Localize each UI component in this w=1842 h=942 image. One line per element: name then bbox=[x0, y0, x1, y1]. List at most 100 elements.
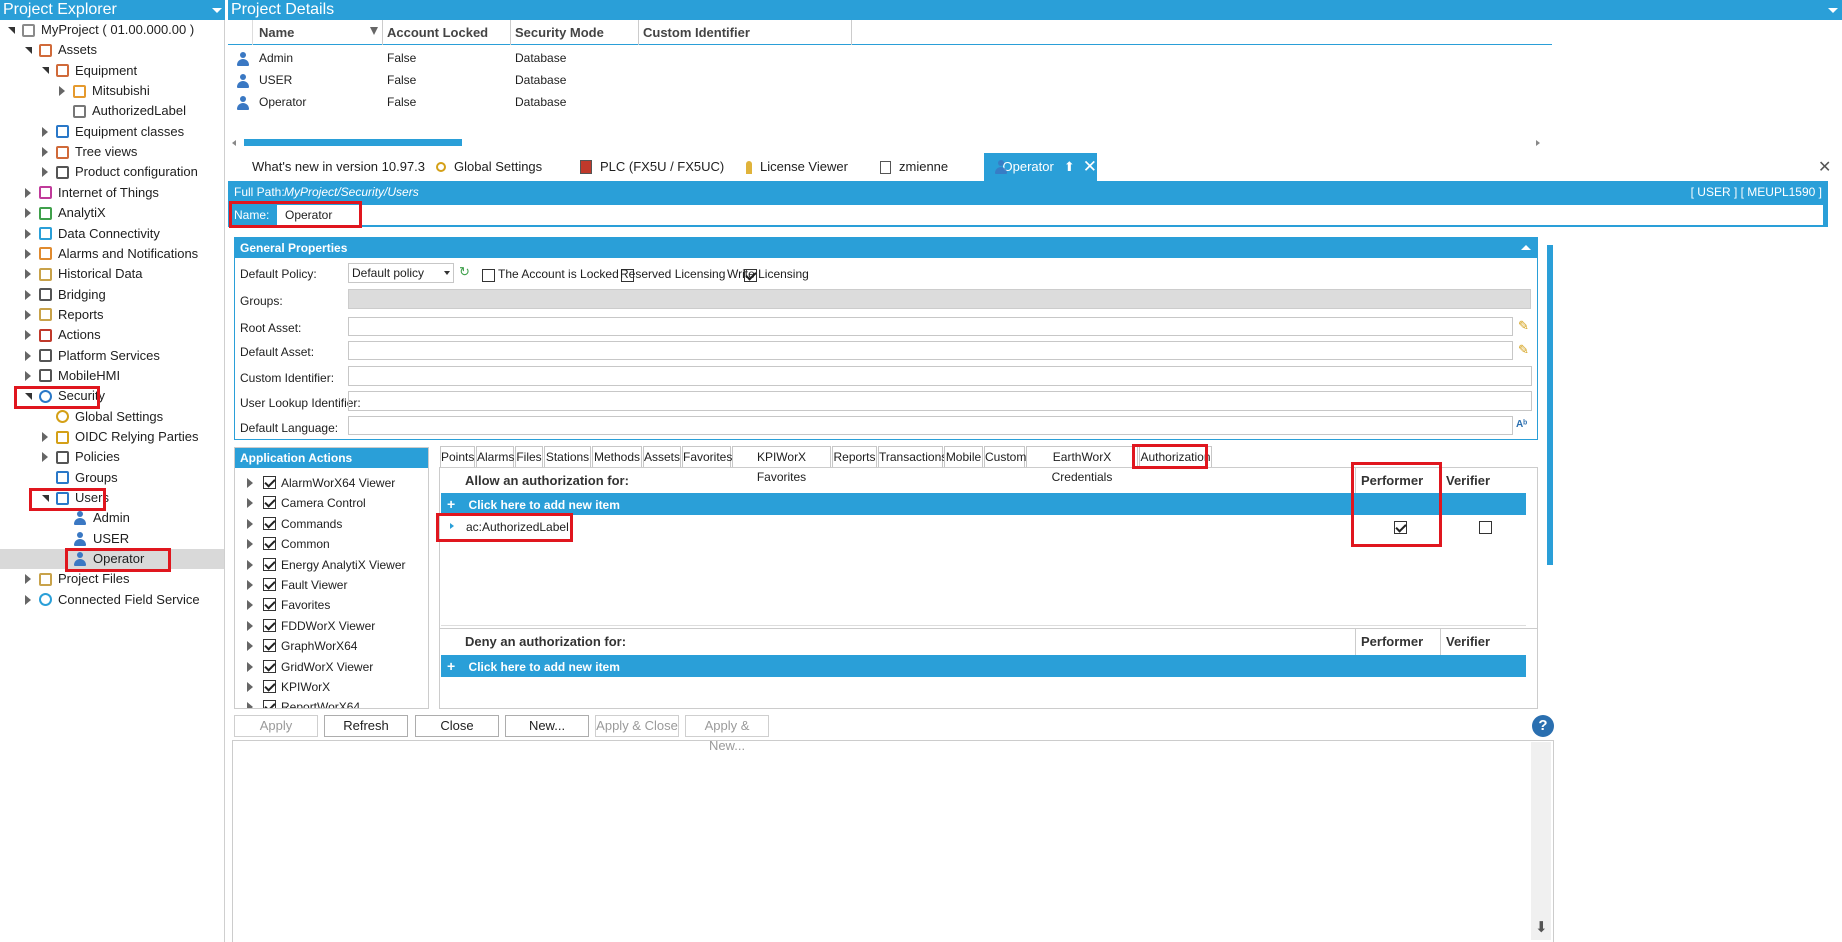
action-checkbox[interactable] bbox=[263, 700, 276, 708]
tab-license-viewer[interactable]: License Viewer bbox=[746, 153, 866, 181]
new-button[interactable]: New... bbox=[505, 715, 589, 737]
tree-item[interactable]: Alarms and Notifications bbox=[0, 244, 224, 264]
tree-item[interactable]: Assets bbox=[0, 40, 224, 60]
tab-favorites[interactable]: Favorites bbox=[682, 446, 732, 468]
expand-arrow-icon[interactable] bbox=[21, 289, 35, 300]
tree-item[interactable]: Historical Data bbox=[0, 264, 224, 284]
action-item[interactable]: GridWorX Viewer bbox=[235, 657, 428, 677]
tab-mobile[interactable]: Mobile bbox=[944, 446, 983, 468]
expand-arrow-icon[interactable] bbox=[247, 498, 253, 509]
tree-item[interactable]: Admin bbox=[0, 508, 224, 528]
table-row[interactable]: Admin False Database bbox=[228, 47, 1552, 69]
expand-arrow-icon[interactable] bbox=[247, 682, 253, 692]
expand-arrow-icon[interactable] bbox=[21, 248, 35, 259]
collapse-arrow-icon[interactable] bbox=[21, 46, 35, 54]
vertical-scrollbar[interactable] bbox=[1546, 237, 1554, 707]
expand-arrow-icon[interactable] bbox=[55, 86, 69, 97]
scroll-down-icon[interactable]: ⬇ bbox=[1535, 918, 1548, 936]
tab-kpiworx-favorites[interactable]: KPIWorX Favorites bbox=[732, 446, 831, 484]
user-lookup-field[interactable] bbox=[348, 391, 1532, 411]
column-header-account-locked[interactable]: Account Locked bbox=[383, 20, 511, 45]
expand-arrow-icon[interactable] bbox=[21, 330, 35, 341]
expand-arrow-icon[interactable] bbox=[247, 518, 253, 529]
refresh-icon[interactable]: ↻ bbox=[459, 264, 470, 280]
expand-arrow-icon[interactable] bbox=[38, 126, 52, 137]
tree-item[interactable]: Platform Services bbox=[0, 346, 224, 366]
explorer-menu-icon[interactable] bbox=[212, 8, 222, 13]
tag-browse-icon[interactable]: ✎ bbox=[1518, 342, 1529, 358]
expand-arrow-icon[interactable] bbox=[247, 641, 253, 652]
tree-item[interactable]: Actions bbox=[0, 325, 224, 345]
action-item[interactable]: Common bbox=[235, 534, 428, 554]
column-header-security-mode[interactable]: Security Mode bbox=[511, 20, 639, 45]
scroll-thumb[interactable] bbox=[244, 139, 462, 146]
verifier-checkbox[interactable] bbox=[1479, 521, 1492, 534]
action-checkbox[interactable] bbox=[263, 476, 276, 489]
groups-field[interactable] bbox=[348, 289, 1531, 309]
action-checkbox[interactable] bbox=[263, 496, 276, 510]
expand-arrow-icon[interactable] bbox=[21, 594, 35, 605]
tab-stations[interactable]: Stations bbox=[544, 446, 591, 468]
tab-custom[interactable]: Custom bbox=[984, 446, 1026, 468]
apply-button[interactable]: Apply bbox=[234, 715, 318, 737]
expand-arrow-icon[interactable] bbox=[247, 478, 253, 488]
tree-item[interactable]: Equipment bbox=[0, 61, 224, 81]
tree-item[interactable]: Internet of Things bbox=[0, 183, 224, 203]
action-item[interactable]: Commands bbox=[235, 514, 428, 534]
action-checkbox[interactable] bbox=[263, 639, 276, 653]
expand-arrow-icon[interactable] bbox=[21, 350, 35, 361]
help-icon[interactable]: ? bbox=[1532, 715, 1554, 737]
tree-item[interactable]: AnalytiX bbox=[0, 203, 224, 223]
tree-item[interactable]: MyProject ( 01.00.000.00 ) bbox=[0, 20, 224, 40]
details-horizontal-scrollbar[interactable] bbox=[228, 138, 1544, 148]
expand-arrow-icon[interactable] bbox=[247, 559, 253, 570]
expand-arrow-icon[interactable] bbox=[247, 661, 253, 672]
tree-item[interactable]: Product configuration bbox=[0, 162, 224, 182]
tree-item[interactable]: OIDC Relying Parties bbox=[0, 427, 224, 447]
expand-arrow-icon[interactable] bbox=[21, 228, 35, 239]
general-properties-header[interactable]: General Properties bbox=[235, 238, 1537, 258]
tab-earthworx-credentials[interactable]: EarthWorX Credentials bbox=[1026, 446, 1138, 484]
tab-alarms[interactable]: Alarms bbox=[476, 446, 514, 468]
tab-files[interactable]: Files bbox=[515, 446, 543, 468]
tab-plc[interactable]: PLC (FX5U / FX5UC) bbox=[580, 153, 730, 181]
tab-transactions[interactable]: Transactions bbox=[878, 446, 947, 468]
action-item[interactable]: FDDWorX Viewer bbox=[235, 616, 428, 636]
action-checkbox[interactable] bbox=[263, 680, 276, 693]
tag-browse-icon[interactable]: ✎ bbox=[1518, 318, 1529, 334]
expand-arrow-icon[interactable] bbox=[21, 187, 35, 198]
action-checkbox[interactable] bbox=[263, 659, 276, 673]
filter-icon[interactable] bbox=[370, 27, 378, 35]
table-row[interactable]: Operator False Database bbox=[228, 91, 1552, 113]
expand-arrow-icon[interactable] bbox=[21, 208, 35, 219]
tab-reports[interactable]: Reports bbox=[832, 446, 877, 468]
column-header-custom-identifier[interactable]: Custom Identifier bbox=[639, 20, 852, 45]
action-checkbox[interactable] bbox=[263, 598, 276, 612]
collapse-icon[interactable] bbox=[1521, 245, 1531, 250]
tree-item[interactable]: AuthorizedLabel bbox=[0, 101, 224, 121]
default-asset-field[interactable] bbox=[348, 341, 1513, 360]
tree-item[interactable]: Global Settings bbox=[0, 407, 224, 427]
expand-arrow-icon[interactable] bbox=[38, 147, 52, 158]
apply-close-button[interactable]: Apply & Close bbox=[595, 715, 679, 737]
tree-item[interactable]: Connected Field Service bbox=[0, 590, 224, 610]
action-checkbox[interactable] bbox=[263, 578, 276, 591]
tab-assets[interactable]: Assets bbox=[643, 446, 681, 468]
close-tab-icon[interactable]: ✕ bbox=[1083, 153, 1097, 181]
collapse-arrow-icon[interactable] bbox=[4, 26, 18, 34]
expand-arrow-icon[interactable] bbox=[38, 452, 52, 463]
deny-add-item-row[interactable]: + Click here to add new item bbox=[441, 655, 1526, 677]
custom-identifier-field[interactable] bbox=[348, 366, 1532, 386]
bottom-pane-scrollbar[interactable]: ⬇ bbox=[1531, 742, 1551, 940]
action-item[interactable]: Camera Control bbox=[235, 493, 428, 513]
tree-item[interactable]: Reports bbox=[0, 305, 224, 325]
action-item[interactable]: ReportWorX64 bbox=[235, 697, 428, 708]
expand-arrow-icon[interactable] bbox=[247, 702, 253, 708]
action-checkbox[interactable] bbox=[263, 537, 276, 551]
root-asset-field[interactable] bbox=[348, 317, 1513, 336]
refresh-button[interactable]: Refresh bbox=[324, 715, 408, 737]
expand-arrow-icon[interactable] bbox=[21, 370, 35, 381]
expand-arrow-icon[interactable] bbox=[21, 574, 35, 585]
tree-item[interactable]: Tree views bbox=[0, 142, 224, 162]
tab-zmienne[interactable]: zmienne bbox=[880, 153, 980, 181]
